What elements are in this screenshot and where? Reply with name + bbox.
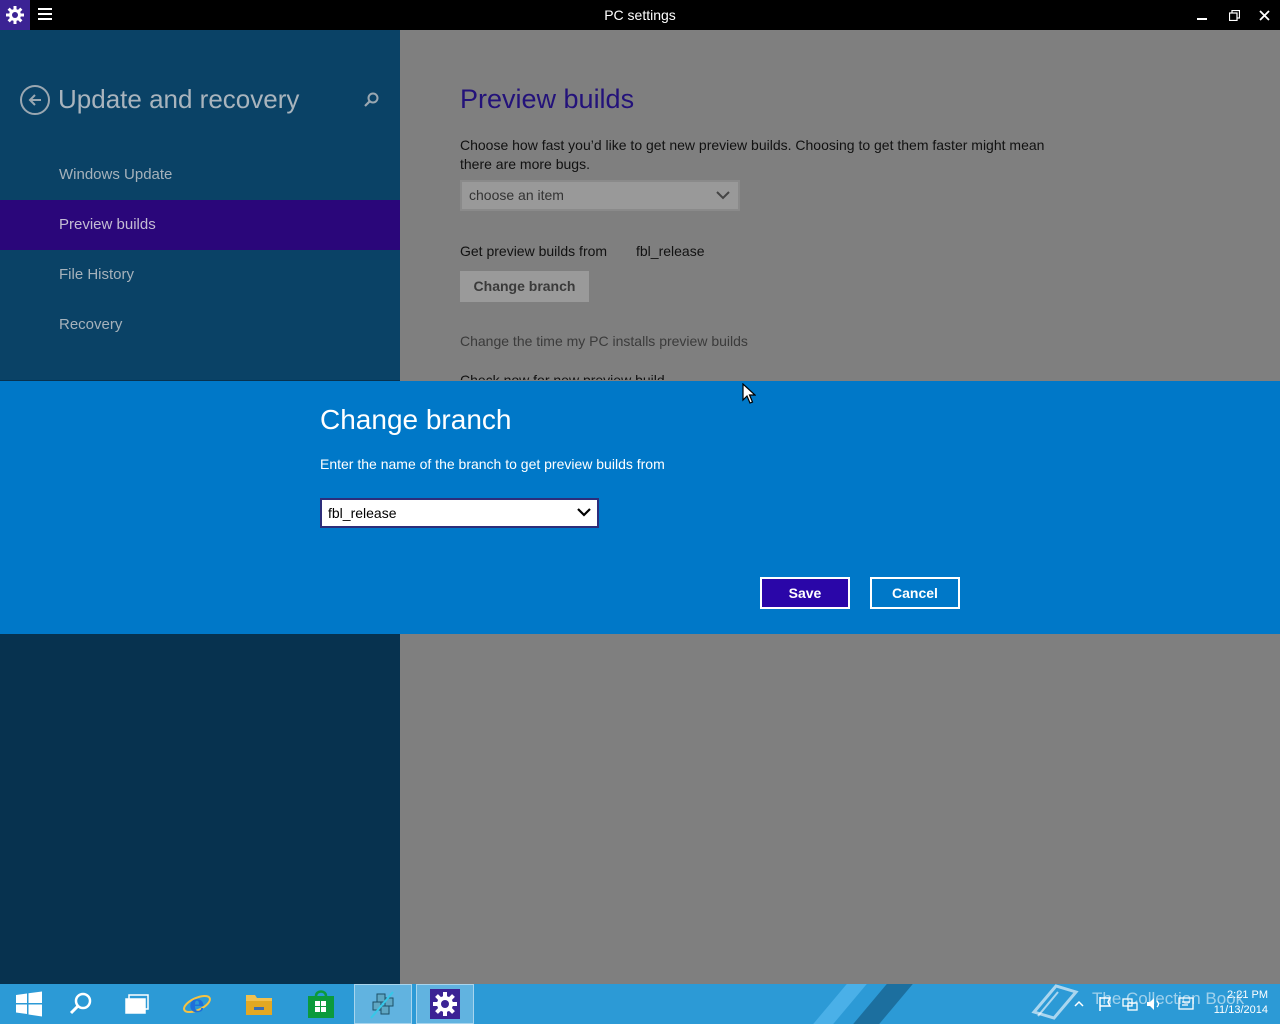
taskbar-clock[interactable]: 2:21 PM 11/13/2014: [1196, 988, 1268, 1018]
preview-builds-panel: Preview builds Choose how fast you’d lik…: [400, 30, 1280, 380]
registry-editor-icon: [370, 991, 394, 1019]
restore-button[interactable]: [1218, 0, 1250, 30]
task-view-button[interactable]: [108, 984, 166, 1024]
change-install-time-link[interactable]: Change the time my PC installs preview b…: [460, 333, 748, 349]
window-title: PC settings: [604, 7, 676, 23]
search-taskbar-button[interactable]: [52, 984, 110, 1024]
chevron-down-icon[interactable]: [577, 507, 591, 517]
start-button[interactable]: [0, 984, 58, 1024]
clock-date: 11/13/2014: [1213, 1004, 1268, 1016]
change-branch-button[interactable]: Change branch: [460, 271, 589, 302]
page-title: Preview builds: [460, 84, 635, 114]
pc-settings-taskbar-button[interactable]: [416, 984, 474, 1024]
internet-explorer-icon: e: [183, 989, 211, 1018]
network-icon[interactable]: [1122, 996, 1138, 1012]
page-description: Choose how fast you’d like to get new pr…: [460, 137, 1045, 172]
build-speed-placeholder: choose an item: [469, 187, 564, 203]
sidebar-header-area: Update and recovery Windows Update Previ…: [0, 30, 400, 380]
action-center-flag-icon[interactable]: [1098, 996, 1112, 1012]
title-bar: PC settings: [0, 0, 1280, 30]
sidebar-item-recovery[interactable]: Recovery: [0, 300, 400, 350]
search-icon: [69, 992, 92, 1015]
cancel-button[interactable]: Cancel: [870, 577, 960, 609]
chevron-down-icon: [716, 191, 730, 200]
file-explorer-button[interactable]: [230, 984, 288, 1024]
taskbar: e The Collection Book 2:21 PM 11/13/2014: [0, 984, 1280, 1024]
task-view-icon: [125, 994, 149, 1014]
back-arrow-icon[interactable]: [20, 85, 50, 115]
branch-value: fbl_release: [636, 243, 705, 259]
store-button[interactable]: [292, 984, 350, 1024]
change-branch-dialog: Change branch Enter the name of the bran…: [0, 381, 1280, 634]
save-button[interactable]: Save: [760, 577, 850, 609]
sidebar-item-windows-update[interactable]: Windows Update: [0, 150, 400, 200]
folder-icon: [246, 995, 272, 1015]
dialog-description: Enter the name of the branch to get prev…: [320, 456, 665, 472]
volume-icon[interactable]: [1146, 996, 1162, 1012]
registry-editor-button[interactable]: [354, 984, 412, 1024]
branch-combobox-value: fbl_release: [328, 505, 397, 521]
branch-label: Get preview builds from: [460, 243, 608, 259]
search-icon[interactable]: [362, 91, 380, 109]
sidebar-title: Update and recovery: [58, 84, 300, 114]
settings-gear-icon: [430, 989, 460, 1019]
ime-keyboard-icon[interactable]: [1178, 996, 1194, 1012]
close-button[interactable]: [1248, 0, 1280, 30]
clock-time: 2:21 PM: [1227, 989, 1268, 1001]
windows-logo-icon: [16, 991, 42, 1017]
check-now-link[interactable]: Check now for new preview build: [460, 372, 665, 380]
sidebar-item-file-history[interactable]: File History: [0, 250, 400, 300]
internet-explorer-button[interactable]: e: [168, 984, 226, 1024]
store-bag-icon: [308, 990, 334, 1018]
mouse-cursor-icon: [742, 383, 756, 404]
svg-text:e: e: [189, 989, 204, 1018]
minimize-button[interactable]: [1186, 0, 1218, 30]
sidebar-item-preview-builds[interactable]: Preview builds: [0, 200, 400, 250]
dialog-title: Change branch: [320, 404, 512, 435]
build-speed-dropdown[interactable]: choose an item: [460, 180, 740, 211]
show-hidden-icons-icon[interactable]: [1074, 1000, 1084, 1008]
branch-combobox[interactable]: fbl_release: [320, 498, 599, 528]
